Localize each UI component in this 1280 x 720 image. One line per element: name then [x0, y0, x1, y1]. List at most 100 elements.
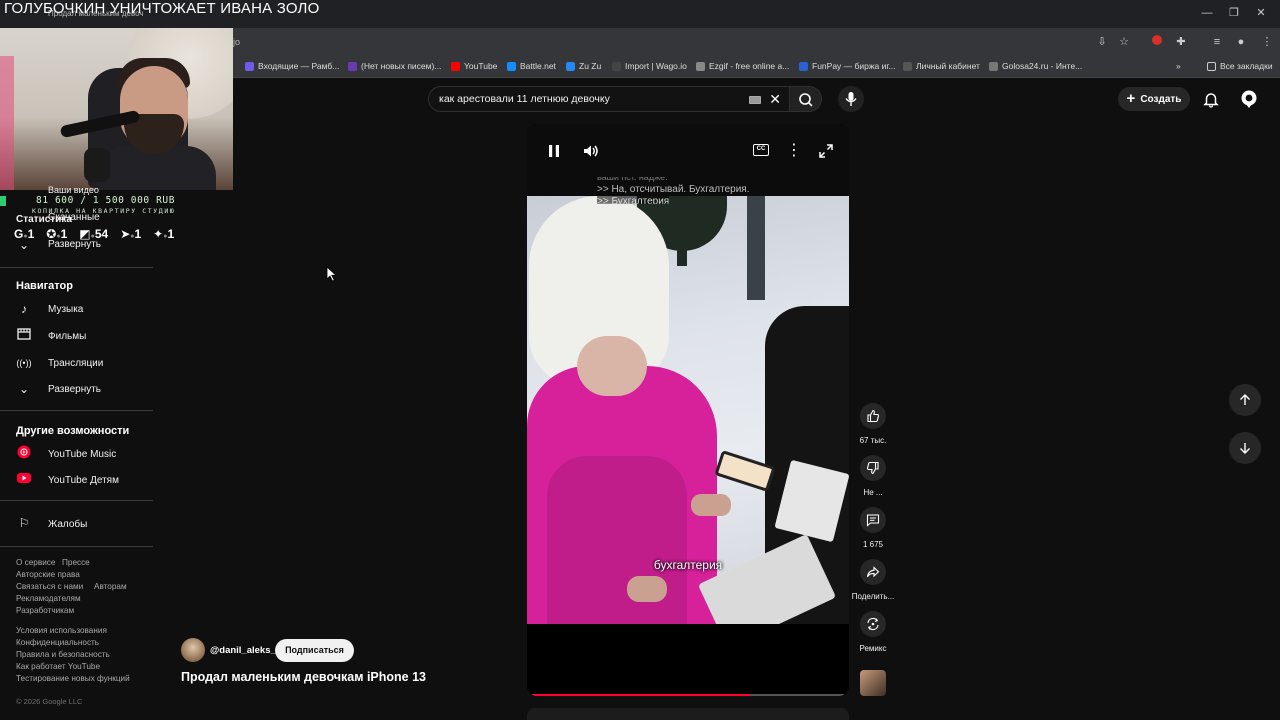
comment-count: 1 675: [862, 540, 884, 549]
bookmark-item[interactable]: YouTube: [451, 61, 497, 71]
bookmark-item[interactable]: Личный кабинет: [903, 61, 980, 71]
media-control-icon[interactable]: ≡: [1210, 35, 1224, 49]
sidebar-item-report[interactable]: Жалобы: [48, 519, 87, 530]
more-bookmarks-icon[interactable]: »: [1176, 61, 1181, 71]
bookmark-favicon-icon: [696, 61, 705, 71]
footer-link-about[interactable]: О сервисе: [16, 558, 55, 567]
close-window-icon[interactable]: ✕: [1254, 6, 1268, 20]
remix-button[interactable]: [860, 611, 886, 637]
arrow-down-icon: [1240, 443, 1250, 454]
browser-menu-icon[interactable]: ⋮: [1260, 35, 1274, 49]
captions-icon[interactable]: CC: [753, 144, 769, 156]
arrow-icon: ➤●1: [120, 227, 142, 241]
search-button[interactable]: [790, 86, 822, 112]
all-bookmarks-button[interactable]: Все закладки: [1207, 61, 1273, 71]
bookmark-item[interactable]: Import | Wago.io: [612, 61, 687, 71]
bookmark-item[interactable]: Battle.net: [507, 61, 556, 71]
stream-social-counters: G●1 ✪●1 ◩●54 ➤●1 ✦●1: [14, 227, 174, 241]
channel-handle[interactable]: @danil_aleks_: [210, 645, 276, 656]
player-controls-bar: CC ⋮ ваши пст. надже. >> На, отсчитывай.…: [527, 124, 849, 196]
dislike-button[interactable]: [860, 455, 886, 481]
footer-link-copyright[interactable]: Авторские права: [16, 570, 80, 579]
sidebar-item-films[interactable]: Фильмы: [48, 331, 86, 342]
next-short-button[interactable]: [1229, 432, 1261, 464]
badge-icon: ✦●1: [153, 227, 175, 241]
video-title[interactable]: Продал маленьким девочкам iPhone 13: [181, 670, 426, 684]
fullscreen-icon[interactable]: [817, 142, 835, 160]
bookmark-item[interactable]: FunPay — биржа иг...: [799, 61, 896, 71]
previous-short-button[interactable]: [1229, 384, 1261, 416]
donation-progress-bar: [0, 196, 6, 206]
restore-icon[interactable]: ❐: [1227, 6, 1241, 20]
channel-avatar[interactable]: [181, 638, 205, 662]
plus-icon: +: [1126, 90, 1136, 107]
bookmark-item[interactable]: Входящие — Рамб...: [245, 61, 339, 71]
clear-search-icon[interactable]: ✕: [769, 91, 781, 108]
create-button[interactable]: + Создать: [1118, 87, 1190, 111]
chevron-down-icon[interactable]: ⌄: [15, 380, 33, 398]
address-bar[interactable]: jo: [233, 37, 240, 47]
video-progress-bar[interactable]: [532, 694, 844, 696]
sound-source-thumbnail[interactable]: [860, 670, 886, 696]
footer-link-test-features[interactable]: Тестирование новых функций: [16, 674, 130, 683]
bookmark-favicon-icon: [348, 61, 357, 71]
footer-link-privacy[interactable]: Конфиденциальность: [16, 638, 99, 647]
search-input[interactable]: как арестовали 11 летнюю девочку ✕: [428, 86, 790, 112]
more-options-icon[interactable]: ⋮: [785, 142, 803, 160]
like-button[interactable]: [860, 403, 886, 429]
footer-link-creators[interactable]: Авторам: [94, 582, 127, 591]
account-pin-icon[interactable]: ●: [1234, 35, 1248, 49]
bookmark-item[interactable]: Ezgif - free online a...: [696, 61, 789, 71]
subtitle-line: >> На, отсчитывай. Бухгалтерия.: [597, 184, 750, 195]
notifications-button[interactable]: [1202, 90, 1220, 108]
pause-icon[interactable]: [545, 142, 563, 160]
stats-label: Статистика: [16, 214, 72, 225]
sidebar-item-expand-navigator[interactable]: Развернуть: [48, 384, 101, 395]
bookmark-item[interactable]: Golosa24.ru - Инте...: [989, 61, 1082, 71]
sidebar-divider: [0, 410, 153, 411]
subtitle-line: ваши пст. надже.: [597, 172, 668, 182]
install-app-icon[interactable]: ⇩: [1095, 35, 1109, 49]
arrow-up-icon: [1240, 394, 1250, 405]
footer-link-advertise[interactable]: Рекламодателям: [16, 594, 81, 603]
footer-link-terms[interactable]: Условия использования: [16, 626, 107, 635]
streamer-webcam: [0, 28, 233, 190]
bookmark-item[interactable]: Zu Zu: [566, 61, 601, 71]
remix-label: Ремикс: [859, 644, 887, 653]
sidebar-item-youtube-music[interactable]: YouTube Music: [48, 449, 116, 460]
shorts-video-player[interactable]: CC ⋮ ваши пст. надже. >> На, отсчитывай.…: [527, 124, 849, 696]
next-short-preview[interactable]: [527, 708, 849, 720]
footer-link-contact[interactable]: Связаться с нами: [16, 582, 83, 591]
bookmark-star-icon[interactable]: ☆: [1117, 35, 1131, 49]
create-label: Создать: [1140, 93, 1182, 105]
subscribe-button[interactable]: Подписаться: [275, 639, 354, 662]
minimize-icon[interactable]: —: [1200, 6, 1214, 20]
account-avatar[interactable]: [1239, 89, 1259, 109]
share-button[interactable]: [860, 559, 886, 585]
burned-in-caption: бухгалтерия: [653, 558, 723, 572]
footer-link-how-youtube-works[interactable]: Как работает YouTube: [16, 662, 100, 671]
dislike-label: Не ...: [863, 488, 883, 497]
footer-link-developers[interactable]: Разработчикам: [16, 606, 74, 615]
mouse-cursor-icon: [326, 266, 338, 282]
keyboard-icon[interactable]: [749, 96, 761, 104]
sidebar-item-live[interactable]: Трансляции: [48, 358, 103, 369]
like-count: 67 тыс.: [859, 436, 887, 445]
footer-link-policy-safety[interactable]: Правила и безопасность: [16, 650, 110, 659]
search-query: как арестовали 11 летнюю девочку: [439, 93, 610, 105]
bookmark-favicon-icon: [245, 61, 254, 71]
more-features-heading: Другие возможности: [16, 425, 130, 437]
footer-link-press[interactable]: Прессе: [62, 558, 90, 567]
bookmark-item[interactable]: (Нет новых писем)...: [348, 61, 441, 71]
volume-icon[interactable]: [582, 142, 600, 160]
voice-search-button[interactable]: [838, 86, 864, 112]
comments-button[interactable]: [860, 507, 886, 533]
search-icon: [799, 93, 813, 107]
extension-red-icon[interactable]: [1150, 35, 1164, 49]
sidebar-item-music[interactable]: Музыка: [48, 304, 83, 315]
extensions-puzzle-icon[interactable]: ✚: [1174, 35, 1188, 49]
bookmark-favicon-icon: [989, 61, 998, 71]
copyright: © 2026 Google LLC: [16, 697, 83, 706]
remix-icon: [867, 617, 879, 631]
sidebar-item-youtube-kids[interactable]: YouTube Детям: [48, 475, 119, 486]
